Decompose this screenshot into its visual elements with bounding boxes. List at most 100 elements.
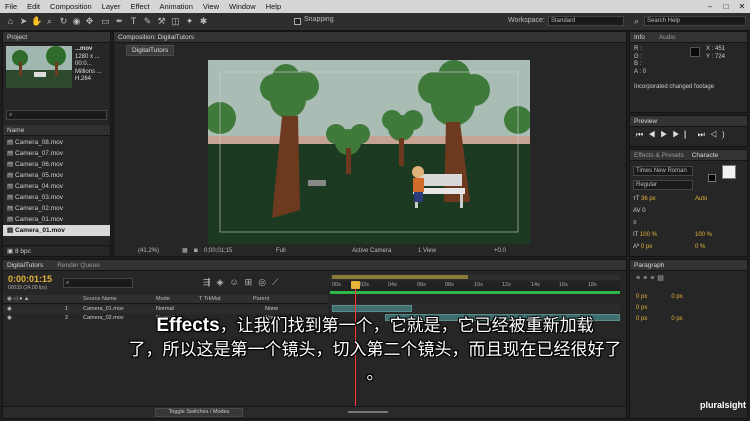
time-ruler[interactable]: 00s 02s 04s 06s 08s 10s 12s 14s 16s 18s [330, 282, 620, 291]
menu-effect[interactable]: Effect [125, 2, 154, 11]
source-name-column[interactable]: Source Name [83, 295, 117, 304]
pen-tool-icon[interactable]: ✒ [114, 16, 125, 27]
composition-tab[interactable]: Composition: DigitalTutors [114, 32, 626, 43]
draft-3d-icon[interactable]: ◈ [217, 277, 230, 287]
navigator-bar[interactable] [330, 274, 620, 280]
indent-left-value[interactable]: 0 px [636, 294, 647, 300]
eraser-tool-icon[interactable]: ◫ [170, 16, 181, 27]
snapping-checkbox[interactable] [294, 18, 301, 25]
camera-snapshot-icon[interactable]: ◙ [194, 246, 198, 257]
previous-frame-icon[interactable]: ◀ [648, 130, 660, 139]
zoom-tool-icon[interactable]: ⌕ [44, 16, 55, 27]
next-frame-icon[interactable]: ▶▏ [672, 130, 697, 139]
current-time-display[interactable]: 0;00;01;15 [204, 246, 232, 257]
graph-editor-icon[interactable]: ⟋ [272, 277, 284, 287]
font-family-select[interactable]: Times New Roman [633, 166, 693, 176]
menu-layer[interactable]: Layer [97, 2, 126, 11]
font-style-select[interactable]: Regular [633, 180, 693, 190]
navigator-range[interactable] [332, 275, 468, 279]
preview-tab[interactable]: Preview [630, 116, 747, 127]
last-frame-icon[interactable]: ⏭ [698, 130, 710, 139]
layer-parent[interactable]: None [265, 305, 278, 314]
info-tab[interactable]: Info [634, 34, 645, 41]
visibility-icon[interactable]: ◉ [7, 305, 12, 314]
brush-tool-icon[interactable]: ✎ [142, 16, 153, 27]
search-help-input[interactable]: Search Help [644, 16, 746, 26]
indent-right-value[interactable]: 0 px [671, 294, 682, 300]
home-icon[interactable]: ⌂ [5, 16, 16, 27]
selection-tool-icon[interactable]: ➤ [18, 16, 29, 27]
layer-mode[interactable]: Normal [156, 305, 174, 314]
magnification-select[interactable]: (41.2%) [138, 246, 159, 257]
puppet-tool-icon[interactable]: ✱ [198, 16, 209, 27]
pan-behind-tool-icon[interactable]: ✥ [84, 16, 95, 27]
audio-tab[interactable]: Audio [659, 34, 676, 41]
tsume-value[interactable]: 0 % [695, 244, 705, 250]
minimize-icon[interactable]: – [702, 0, 718, 13]
zoom-slider[interactable] [348, 411, 388, 413]
layer-duration-bar[interactable] [332, 305, 412, 312]
play-icon[interactable]: ▶ [660, 130, 672, 139]
clone-tool-icon[interactable]: ⚒ [156, 16, 167, 27]
fill-color-swatch[interactable] [722, 165, 736, 179]
rotate-tool-icon[interactable]: ↻ [58, 16, 69, 27]
camera-select[interactable]: Active Camera [352, 246, 391, 257]
kerning-value[interactable]: 0 [642, 208, 645, 214]
audio-icon[interactable]: ◁) [710, 130, 730, 139]
table-row[interactable]: ◉ 1 Camera_01.mov Normal None [3, 305, 328, 314]
grid-icon[interactable]: ▦ [182, 246, 188, 257]
first-line-indent-value[interactable]: 0 px [636, 305, 647, 311]
workspace-select[interactable]: Standard [548, 16, 624, 26]
motion-blur-icon[interactable]: ◎ [258, 277, 272, 287]
project-tab[interactable]: Project [3, 32, 110, 43]
rectangle-tool-icon[interactable]: ▭ [100, 16, 111, 27]
maximize-icon[interactable]: □ [718, 0, 734, 13]
paragraph-tab[interactable]: Paragraph [630, 260, 747, 271]
list-item[interactable]: ▤ Camera_03.mov [3, 192, 110, 203]
menu-edit[interactable]: Edit [22, 2, 45, 11]
new-folder-icon[interactable]: ▣ [7, 248, 15, 255]
hand-tool-icon[interactable]: ✋ [31, 16, 42, 27]
list-item[interactable]: ▤ Camera_05.mov [3, 170, 110, 181]
shy-icon[interactable]: ☺ [229, 277, 244, 287]
render-queue-tab[interactable]: Render Queue [57, 262, 100, 269]
vertical-scale-value[interactable]: 100 % [640, 232, 657, 238]
menu-help[interactable]: Help [261, 2, 286, 11]
menu-composition[interactable]: Composition [45, 2, 97, 11]
menu-view[interactable]: View [198, 2, 224, 11]
composition-viewer[interactable] [208, 60, 530, 244]
list-item[interactable]: ▤ Camera_01.mov [3, 214, 110, 225]
list-item[interactable]: ▤ Camera_08.mov [3, 137, 110, 148]
mode-column[interactable]: Mode [156, 295, 170, 304]
list-item-selected[interactable]: ▤ Camera_01.mov [3, 225, 110, 236]
timeline-tab[interactable]: DigitalTutors [7, 262, 43, 269]
trkmat-column[interactable]: T TrkMat [199, 295, 221, 304]
type-tool-icon[interactable]: T [128, 16, 139, 27]
timeline-timecode[interactable]: 0:00:01:15 [8, 274, 52, 284]
composition-subtab[interactable]: DigitalTutors [126, 45, 175, 56]
baseline-value[interactable]: 0 px [641, 244, 652, 250]
camera-tool-icon[interactable]: ◉ [71, 16, 82, 27]
frame-blending-icon[interactable]: ⊞ [245, 277, 259, 287]
project-search-input[interactable]: ⌕ [6, 110, 107, 120]
menu-window[interactable]: Window [224, 2, 261, 11]
leading-value[interactable]: Auto [695, 196, 707, 202]
work-area-bar[interactable] [330, 291, 620, 294]
justify-icon[interactable]: ▤ [657, 275, 667, 282]
first-frame-icon[interactable]: ⏮ [636, 130, 648, 139]
comp-mini-flowchart-icon[interactable]: ⇶ [203, 277, 217, 287]
list-item[interactable]: ▤ Camera_02.mov [3, 203, 110, 214]
view-layout-select[interactable]: 1 View [418, 246, 436, 257]
close-icon[interactable]: ✕ [734, 0, 750, 13]
effects-presets-tab[interactable]: Effects & Presets [634, 152, 684, 159]
parent-column[interactable]: Parent [253, 295, 269, 304]
character-tab[interactable]: Characte [692, 152, 718, 159]
menu-animation[interactable]: Animation [155, 2, 198, 11]
list-item[interactable]: ▤ Camera_06.mov [3, 159, 110, 170]
resolution-select[interactable]: Full [276, 246, 286, 257]
project-column-name[interactable]: Name [3, 125, 110, 136]
bpc-label[interactable]: 8 bpc [15, 248, 31, 255]
horizontal-scale-value[interactable]: 100 % [695, 232, 712, 238]
stroke-color-swatch[interactable] [708, 174, 716, 182]
layer-name[interactable]: Camera_01.mov [83, 305, 124, 314]
